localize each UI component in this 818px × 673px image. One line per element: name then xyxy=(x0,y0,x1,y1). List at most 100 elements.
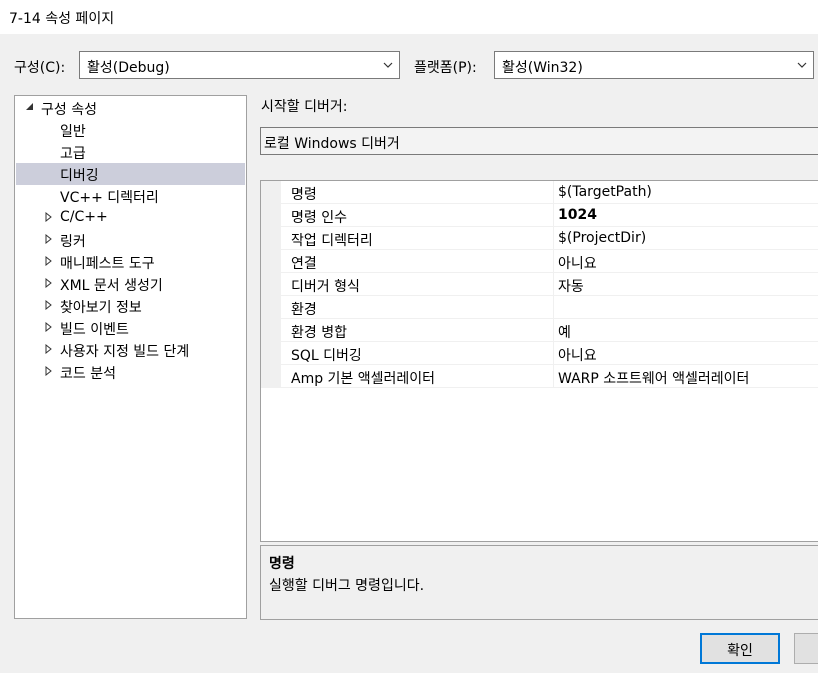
tree-item[interactable]: 일반 xyxy=(16,119,245,141)
column-divider xyxy=(553,342,554,365)
property-row[interactable]: Amp 기본 액셀러레이터 WARP 소프트웨어 액셀러레이터 xyxy=(261,365,818,388)
platform-dropdown[interactable]: 활성(Win32) xyxy=(494,51,814,79)
tree-item-label: 코드 분석 xyxy=(60,366,116,382)
property-name: 환경 xyxy=(291,302,317,318)
tree-item[interactable]: C/C++ xyxy=(16,207,245,229)
tree-item[interactable]: 사용자 지정 빌드 단계 xyxy=(16,339,245,361)
collapsed-triangle-icon[interactable] xyxy=(44,344,54,354)
row-gutter xyxy=(261,342,281,365)
column-divider xyxy=(553,181,554,204)
tree-item[interactable]: XML 문서 생성기 xyxy=(16,273,245,295)
property-name: Amp 기본 액셀러레이터 xyxy=(291,371,436,387)
tree-item[interactable]: VC++ 디렉터리 xyxy=(16,185,245,207)
property-name: 작업 디렉터리 xyxy=(291,233,373,249)
tree-item-label: 고급 xyxy=(60,146,86,162)
debugger-value: 로컬 Windows 디버거 xyxy=(264,136,400,152)
row-gutter xyxy=(261,181,281,204)
description-text: 실행할 디버그 명령입니다. xyxy=(269,578,425,594)
tree-item-label: 빌드 이벤트 xyxy=(60,322,129,338)
ok-button-label: 확인 xyxy=(727,643,753,659)
column-divider xyxy=(553,250,554,273)
property-value[interactable]: WARP 소프트웨어 액셀러레이터 xyxy=(558,368,749,388)
row-gutter xyxy=(261,296,281,319)
column-divider xyxy=(553,227,554,250)
row-gutter xyxy=(261,204,281,227)
config-value: 활성(Debug) xyxy=(87,60,170,76)
property-name: 환경 병합 xyxy=(291,325,347,341)
column-divider xyxy=(553,319,554,342)
property-value[interactable]: 아니요 xyxy=(558,253,597,273)
property-name: SQL 디버깅 xyxy=(291,348,362,364)
property-name: 디버거 형식 xyxy=(291,279,360,295)
tree-item[interactable]: 찾아보기 정보 xyxy=(16,295,245,317)
cancel-button[interactable] xyxy=(794,633,818,664)
property-value[interactable]: $(TargetPath) xyxy=(558,184,652,200)
collapsed-triangle-icon[interactable] xyxy=(44,234,54,244)
property-row[interactable]: 연결 아니요 xyxy=(261,250,818,273)
description-title: 명령 xyxy=(269,556,295,572)
property-row[interactable]: 디버거 형식 자동 xyxy=(261,273,818,296)
tree-item[interactable]: 코드 분석 xyxy=(16,361,245,383)
property-name: 명령 xyxy=(291,187,317,203)
platform-label: 플랫폼(P): xyxy=(414,60,477,76)
tree-root-label: 구성 속성 xyxy=(41,102,97,118)
expanded-triangle-icon[interactable] xyxy=(25,102,35,112)
property-row[interactable]: SQL 디버깅 아니요 xyxy=(261,342,818,365)
tree-item-label: 매니페스트 도구 xyxy=(60,256,155,272)
collapsed-triangle-icon[interactable] xyxy=(44,366,54,376)
ok-button[interactable]: 확인 xyxy=(700,633,780,664)
title-bar: 7-14 속성 페이지 xyxy=(0,0,818,34)
column-divider xyxy=(553,365,554,388)
chevron-down-icon xyxy=(797,62,807,68)
column-divider xyxy=(553,273,554,296)
window-title: 7-14 속성 페이지 xyxy=(9,11,115,27)
tree-root-config-properties[interactable]: 구성 속성 xyxy=(16,97,245,119)
tree-item-label: 찾아보기 정보 xyxy=(60,300,142,316)
collapsed-triangle-icon[interactable] xyxy=(44,278,54,288)
tree-item[interactable]: 고급 xyxy=(16,141,245,163)
tree-item-label: C/C++ xyxy=(60,209,108,225)
platform-value: 활성(Win32) xyxy=(502,60,583,76)
tree-item-label: 디버깅 xyxy=(60,168,99,184)
config-dropdown[interactable]: 활성(Debug) xyxy=(79,51,400,79)
row-gutter xyxy=(261,227,281,250)
property-row[interactable]: 작업 디렉터리 $(ProjectDir) xyxy=(261,227,818,250)
property-value[interactable]: 1024 xyxy=(558,207,597,223)
tree-item[interactable]: 빌드 이벤트 xyxy=(16,317,245,339)
property-value[interactable]: $(ProjectDir) xyxy=(558,230,646,246)
row-gutter xyxy=(261,250,281,273)
tree-item[interactable]: 링커 xyxy=(16,229,245,251)
tree-item[interactable]: 매니페스트 도구 xyxy=(16,251,245,273)
property-name: 명령 인수 xyxy=(291,210,347,226)
property-value[interactable]: 예 xyxy=(558,322,571,342)
property-row[interactable]: 환경 xyxy=(261,296,818,319)
collapsed-triangle-icon[interactable] xyxy=(44,322,54,332)
collapsed-triangle-icon[interactable] xyxy=(44,256,54,266)
row-gutter xyxy=(261,365,281,388)
property-value[interactable]: 자동 xyxy=(558,276,584,296)
property-row[interactable]: 명령 인수 1024 xyxy=(261,204,818,227)
row-gutter xyxy=(261,319,281,342)
tree-item-label: VC++ 디렉터리 xyxy=(60,190,159,206)
config-label: 구성(C): xyxy=(14,60,66,76)
column-divider xyxy=(553,296,554,319)
property-row[interactable]: 환경 병합 예 xyxy=(261,319,818,342)
tree-item-label: XML 문서 생성기 xyxy=(60,278,163,294)
property-grid[interactable]: 명령 $(TargetPath) 명령 인수 1024 작업 디렉터리 $(Project… xyxy=(260,180,818,542)
description-panel: 명령 실행할 디버그 명령입니다. xyxy=(260,545,818,620)
tree-item[interactable]: 디버깅 xyxy=(16,163,245,185)
start-debugger-label: 시작할 디버거: xyxy=(261,99,348,115)
property-value[interactable]: 아니요 xyxy=(558,345,597,365)
debugger-selector[interactable]: 로컬 Windows 디버거 xyxy=(260,127,818,155)
tree-item-label: 사용자 지정 빌드 단계 xyxy=(60,344,190,360)
property-tree[interactable]: 구성 속성 일반고급디버깅 VC++ 디렉터리 C/C++ 링커매니페스트 도구 XML… xyxy=(14,95,247,619)
collapsed-triangle-icon[interactable] xyxy=(44,300,54,310)
chevron-down-icon xyxy=(383,62,393,68)
row-gutter xyxy=(261,273,281,296)
tree-item-label: 일반 xyxy=(60,124,86,140)
property-name: 연결 xyxy=(291,256,317,272)
column-divider xyxy=(553,204,554,227)
collapsed-triangle-icon[interactable] xyxy=(44,212,54,222)
property-row[interactable]: 명령 $(TargetPath) xyxy=(261,181,818,204)
tree-item-label: 링커 xyxy=(60,234,86,250)
